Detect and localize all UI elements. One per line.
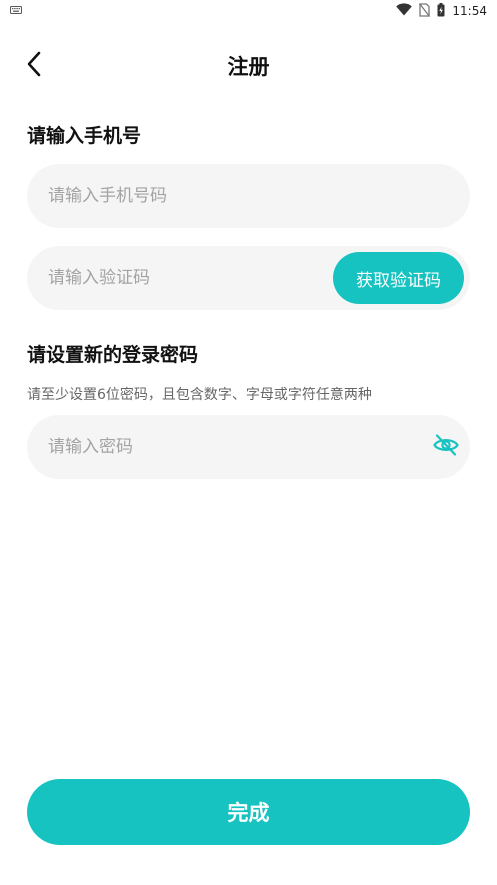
back-button[interactable]: [18, 50, 50, 82]
status-bar-right: 11:54: [396, 2, 487, 20]
wifi-icon: [396, 3, 413, 19]
phone-section-label: 请输入手机号: [27, 125, 142, 147]
chevron-left-icon: [26, 51, 42, 81]
status-time: 11:54: [452, 4, 487, 18]
status-bar: 11:54: [0, 0, 497, 22]
password-field[interactable]: [27, 415, 470, 479]
code-field[interactable]: 获取验证码: [27, 246, 470, 310]
phone-field[interactable]: [27, 164, 470, 228]
keyboard-icon: [10, 4, 22, 18]
password-hint: 请至少设置6位密码，且包含数字、字母或字符任意两种: [27, 387, 372, 403]
eye-off-icon: [432, 433, 460, 461]
no-sim-icon: [419, 2, 431, 20]
header: 注册: [0, 44, 497, 88]
get-code-button[interactable]: 获取验证码: [333, 252, 464, 304]
password-visibility-toggle[interactable]: [432, 433, 460, 461]
password-input[interactable]: [27, 415, 470, 479]
phone-input[interactable]: [27, 164, 470, 228]
password-section-label: 请设置新的登录密码: [27, 344, 199, 366]
status-bar-left: [10, 4, 22, 18]
page-title: 注册: [227, 55, 270, 79]
register-screen: 11:54 注册 请输入手机号 获取验证码 请设置新的登录密码 请至少设置6位密…: [0, 0, 497, 885]
submit-button[interactable]: 完成: [27, 779, 470, 845]
battery-charging-icon: [437, 2, 445, 20]
